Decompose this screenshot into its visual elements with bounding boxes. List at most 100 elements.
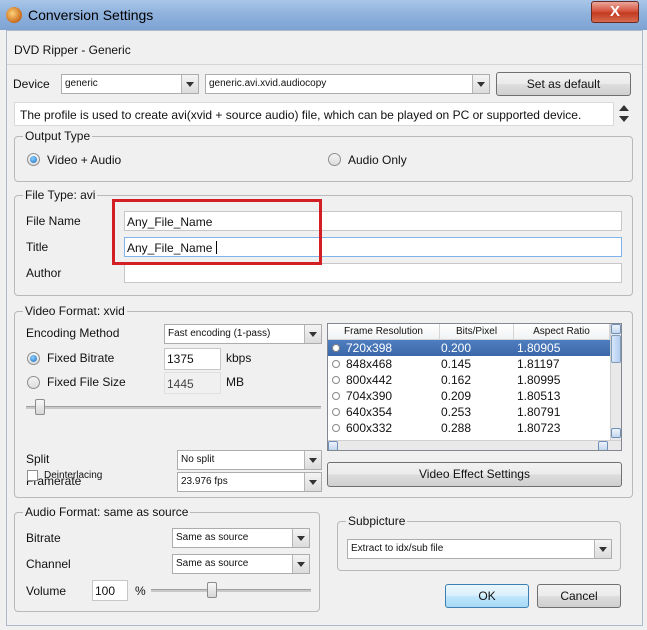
list-vertical-scrollbar[interactable] [610, 324, 621, 440]
table-row[interactable]: 600x332 0.288 1.80723 [328, 420, 610, 436]
table-cell: 1.80995 [517, 373, 561, 387]
table-cell: 1.80905 [517, 341, 561, 355]
table-cell: 600x332 [346, 421, 393, 435]
device-select-value: generic [65, 78, 98, 89]
scroll-down-arrow[interactable] [611, 428, 621, 438]
dialog-body: DVD Ripper - Generic Device generic gene… [6, 30, 643, 626]
split-value: No split [181, 454, 215, 465]
encoding-method-select[interactable]: Fast encoding (1-pass) [164, 324, 322, 344]
device-select[interactable]: generic [61, 74, 199, 94]
video-format-title: Video Format: xvid [23, 304, 127, 318]
volume-value: 100 [95, 584, 116, 598]
scroll-thumb[interactable] [611, 335, 621, 363]
deinterlacing-label: Deinterlacing [44, 470, 103, 481]
deinterlacing-checkbox[interactable] [27, 470, 38, 481]
table-row[interactable]: 640x354 0.253 1.80791 [328, 404, 610, 420]
row-radio-icon [332, 392, 340, 400]
framerate-select[interactable]: 23.976 fps [177, 472, 322, 492]
fixed-bitrate-label: Fixed Bitrate [47, 351, 115, 365]
table-cell: 1.80723 [517, 421, 561, 435]
chevron-down-icon [181, 75, 198, 93]
fixed-file-size-radio[interactable] [27, 376, 40, 389]
red-highlight-box [112, 199, 322, 265]
chevron-down-icon [292, 555, 309, 573]
video-effect-settings-button[interactable]: Video Effect Settings [327, 462, 622, 487]
table-cell: 640x354 [346, 405, 393, 419]
divider [7, 64, 642, 65]
profile-select[interactable]: generic.avi.xvid.audiocopy [205, 74, 490, 94]
video-audio-label: Video + Audio [47, 153, 122, 167]
audio-bitrate-label: Bitrate [26, 531, 61, 545]
bitrate-value: 1375 [167, 352, 194, 366]
row-radio-icon [332, 360, 340, 368]
audio-only-radio[interactable] [328, 153, 341, 166]
volume-label: Volume [26, 584, 67, 598]
table-cell: 0.145 [441, 357, 472, 371]
framerate-value: 23.976 fps [181, 476, 228, 487]
table-row[interactable]: 720x398 0.200 1.80905 [328, 340, 610, 356]
bitrate-field[interactable]: 1375 [164, 348, 221, 370]
profile-name: DVD Ripper - Generic [14, 43, 131, 57]
chevron-down-icon [472, 75, 489, 93]
volume-slider-track[interactable] [151, 589, 311, 592]
table-cell: 1.81197 [517, 357, 560, 371]
file-type-title: File Type: avi [23, 188, 98, 202]
fixed-bitrate-radio[interactable] [27, 352, 40, 365]
table-row[interactable]: 800x442 0.162 1.80995 [328, 372, 610, 388]
frame-resolution-list[interactable]: Frame Resolution Bits/Pixel Aspect Ratio… [327, 323, 622, 451]
title-bar[interactable]: Conversion Settings X [0, 0, 647, 30]
set-as-default-button[interactable]: Set as default [496, 72, 631, 96]
ok-button[interactable]: OK [445, 584, 529, 608]
close-button[interactable]: X [591, 1, 639, 23]
video-audio-radio[interactable] [27, 153, 40, 166]
title-label: Title [26, 240, 49, 254]
list-horizontal-scrollbar[interactable] [328, 440, 621, 450]
window-title: Conversion Settings [28, 7, 154, 23]
chevron-down-icon [304, 451, 321, 469]
audio-bitrate-select[interactable]: Same as source [172, 528, 310, 548]
audio-format-group: Audio Format: same as source Bitrate Sam… [14, 505, 320, 612]
output-type-group: Output Type Video + Audio Audio Only [14, 129, 633, 182]
split-select[interactable]: No split [177, 450, 322, 470]
bitrate-unit: kbps [226, 351, 252, 365]
profile-description-box: The profile is used to create avi(xvid +… [14, 102, 614, 126]
subpicture-value: Extract to idx/sub file [351, 543, 444, 554]
chevron-down-icon [292, 529, 309, 547]
profile-select-value: generic.avi.xvid.audiocopy [209, 78, 327, 89]
table-row[interactable]: 704x390 0.209 1.80513 [328, 388, 610, 404]
arrow-down-icon [619, 116, 629, 122]
table-row[interactable]: 848x468 0.145 1.81197 [328, 356, 610, 372]
audio-format-title: Audio Format: same as source [23, 505, 191, 519]
column-header-bits-per-pixel[interactable]: Bits/Pixel [440, 324, 514, 340]
column-header-frame-resolution[interactable]: Frame Resolution [328, 324, 440, 340]
arrow-up-icon [619, 105, 629, 111]
author-label: Author [26, 266, 62, 280]
volume-field[interactable]: 100 [92, 580, 128, 601]
file-name-label: File Name [26, 214, 81, 228]
author-field[interactable] [124, 263, 622, 283]
channel-select[interactable]: Same as source [172, 554, 310, 574]
cancel-button[interactable]: Cancel [537, 584, 621, 608]
scroll-right-arrow[interactable] [598, 441, 608, 450]
quality-slider-thumb[interactable] [34, 399, 45, 415]
fixed-file-size-label: Fixed File Size [47, 375, 126, 389]
file-type-group: File Type: avi File Name Any_File_Name T… [14, 188, 633, 296]
audio-only-label: Audio Only [348, 153, 407, 167]
file-size-field: 1445 [164, 372, 221, 394]
scroll-left-arrow[interactable] [328, 441, 338, 450]
table-cell: 1.80791 [517, 405, 561, 419]
file-size-value: 1445 [167, 377, 194, 391]
description-scroll-stepper[interactable] [616, 103, 632, 125]
subpicture-title: Subpicture [346, 514, 408, 528]
row-radio-icon [332, 424, 340, 432]
audio-bitrate-value: Same as source [176, 532, 249, 543]
app-icon [6, 7, 22, 23]
table-cell: 720x398 [346, 341, 393, 355]
subpicture-select[interactable]: Extract to idx/sub file [347, 539, 612, 559]
column-header-aspect-ratio[interactable]: Aspect Ratio [514, 324, 610, 340]
split-label: Split [26, 452, 50, 466]
table-cell: 0.200 [441, 341, 472, 355]
scroll-up-arrow[interactable] [611, 324, 621, 334]
volume-slider-thumb[interactable] [206, 582, 217, 598]
quality-slider-track[interactable] [26, 406, 321, 409]
